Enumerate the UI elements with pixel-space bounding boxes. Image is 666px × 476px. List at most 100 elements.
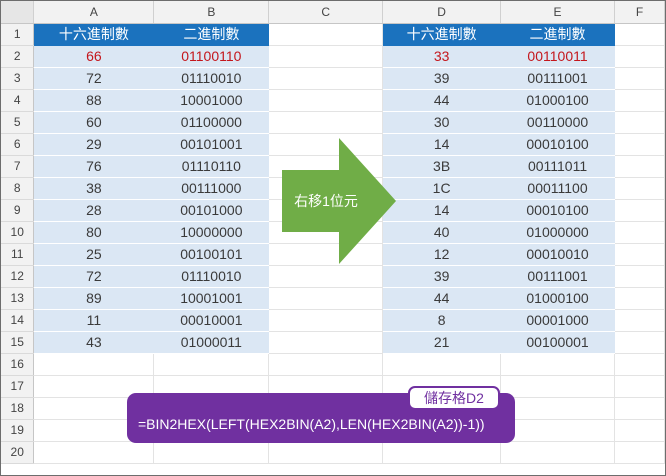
data-cell[interactable]: 44 xyxy=(382,287,502,310)
cell[interactable] xyxy=(614,419,665,442)
data-cell[interactable]: 76 xyxy=(33,155,155,178)
data-cell[interactable]: 01000100 xyxy=(500,287,615,310)
column-header-f[interactable]: F xyxy=(614,1,665,24)
data-cell[interactable]: 00101000 xyxy=(153,199,270,222)
cell[interactable] xyxy=(33,441,155,464)
data-cell[interactable]: 10000000 xyxy=(153,221,270,244)
column-header-d[interactable]: D xyxy=(382,1,502,24)
row-header[interactable]: 12 xyxy=(1,265,35,288)
header-cell[interactable]: 二進制數 xyxy=(500,23,615,46)
data-cell[interactable]: 14 xyxy=(382,133,502,156)
data-cell[interactable]: 00010010 xyxy=(500,243,615,266)
header-cell[interactable]: 十六進制數 xyxy=(33,23,155,46)
row-header[interactable]: 20 xyxy=(1,441,35,464)
row-header[interactable]: 6 xyxy=(1,133,35,156)
data-cell[interactable]: 43 xyxy=(33,331,155,354)
cell[interactable] xyxy=(153,441,270,464)
row-header[interactable]: 15 xyxy=(1,331,35,354)
column-header-c[interactable]: C xyxy=(268,1,384,24)
data-cell[interactable]: 00111000 xyxy=(153,177,270,200)
data-cell[interactable]: 00011100 xyxy=(500,177,615,200)
cell[interactable] xyxy=(614,111,665,134)
column-header-a[interactable]: A xyxy=(33,1,155,24)
cell[interactable] xyxy=(382,353,502,376)
select-all-corner[interactable] xyxy=(1,1,35,24)
cell[interactable] xyxy=(500,375,615,398)
row-header[interactable]: 14 xyxy=(1,309,35,332)
column-header-e[interactable]: E xyxy=(500,1,615,24)
data-cell[interactable]: 00111011 xyxy=(500,155,615,178)
data-cell[interactable]: 21 xyxy=(382,331,502,354)
cell[interactable] xyxy=(268,89,384,112)
data-cell[interactable]: 00111001 xyxy=(500,265,615,288)
cell[interactable] xyxy=(614,287,665,310)
data-cell[interactable]: 00100001 xyxy=(500,331,615,354)
data-cell[interactable]: 80 xyxy=(33,221,155,244)
data-cell[interactable]: 01000000 xyxy=(500,221,615,244)
cell[interactable] xyxy=(500,353,615,376)
data-cell[interactable]: 11 xyxy=(33,309,155,332)
data-cell[interactable]: 01110010 xyxy=(153,265,270,288)
data-cell[interactable]: 01110010 xyxy=(153,67,270,90)
data-cell[interactable]: 39 xyxy=(382,265,502,288)
cell[interactable] xyxy=(614,353,665,376)
data-cell[interactable]: 01100000 xyxy=(153,111,270,134)
cell[interactable] xyxy=(268,23,384,46)
data-cell[interactable]: 60 xyxy=(33,111,155,134)
cell[interactable] xyxy=(614,45,665,68)
data-cell[interactable]: 12 xyxy=(382,243,502,266)
data-cell[interactable]: 72 xyxy=(33,67,155,90)
row-header[interactable]: 11 xyxy=(1,243,35,266)
cell[interactable] xyxy=(268,45,384,68)
data-cell[interactable]: 30 xyxy=(382,111,502,134)
cell[interactable] xyxy=(268,331,384,354)
cell[interactable] xyxy=(614,265,665,288)
row-header[interactable]: 18 xyxy=(1,397,35,420)
row-header[interactable]: 13 xyxy=(1,287,35,310)
cell[interactable] xyxy=(268,353,384,376)
data-cell[interactable]: 89 xyxy=(33,287,155,310)
cell[interactable] xyxy=(268,441,384,464)
cell[interactable] xyxy=(614,309,665,332)
data-cell[interactable]: 00111001 xyxy=(500,67,615,90)
cell[interactable] xyxy=(614,221,665,244)
cell[interactable] xyxy=(614,199,665,222)
cell[interactable] xyxy=(33,353,155,376)
data-cell[interactable]: 00010100 xyxy=(500,199,615,222)
data-cell[interactable]: 40 xyxy=(382,221,502,244)
cell[interactable] xyxy=(268,67,384,90)
cell[interactable] xyxy=(268,265,384,288)
row-header[interactable]: 3 xyxy=(1,67,35,90)
header-cell[interactable]: 二進制數 xyxy=(153,23,270,46)
data-cell[interactable]: 39 xyxy=(382,67,502,90)
data-cell[interactable]: 1C xyxy=(382,177,502,200)
cell[interactable] xyxy=(614,133,665,156)
row-header[interactable]: 16 xyxy=(1,353,35,376)
data-cell[interactable]: 00001000 xyxy=(500,309,615,332)
data-cell[interactable]: 14 xyxy=(382,199,502,222)
cell[interactable] xyxy=(382,441,502,464)
cell[interactable] xyxy=(614,243,665,266)
data-cell[interactable]: 8 xyxy=(382,309,502,332)
data-cell[interactable]: 00100101 xyxy=(153,243,270,266)
data-cell[interactable]: 01100110 xyxy=(153,45,270,68)
cell[interactable] xyxy=(614,397,665,420)
data-cell[interactable]: 01000100 xyxy=(500,89,615,112)
row-header[interactable]: 17 xyxy=(1,375,35,398)
cell[interactable] xyxy=(614,67,665,90)
row-header[interactable]: 2 xyxy=(1,45,35,68)
cell[interactable] xyxy=(500,441,615,464)
cell[interactable] xyxy=(268,287,384,310)
data-cell[interactable]: 00110011 xyxy=(500,45,615,68)
row-header[interactable]: 7 xyxy=(1,155,35,178)
row-header[interactable]: 9 xyxy=(1,199,35,222)
data-cell[interactable]: 00110000 xyxy=(500,111,615,134)
data-cell[interactable]: 00101001 xyxy=(153,133,270,156)
cell[interactable] xyxy=(614,155,665,178)
data-cell[interactable]: 29 xyxy=(33,133,155,156)
data-cell[interactable]: 72 xyxy=(33,265,155,288)
row-header[interactable]: 4 xyxy=(1,89,35,112)
cell[interactable] xyxy=(268,111,384,134)
cell[interactable] xyxy=(268,309,384,332)
cell[interactable] xyxy=(153,353,270,376)
